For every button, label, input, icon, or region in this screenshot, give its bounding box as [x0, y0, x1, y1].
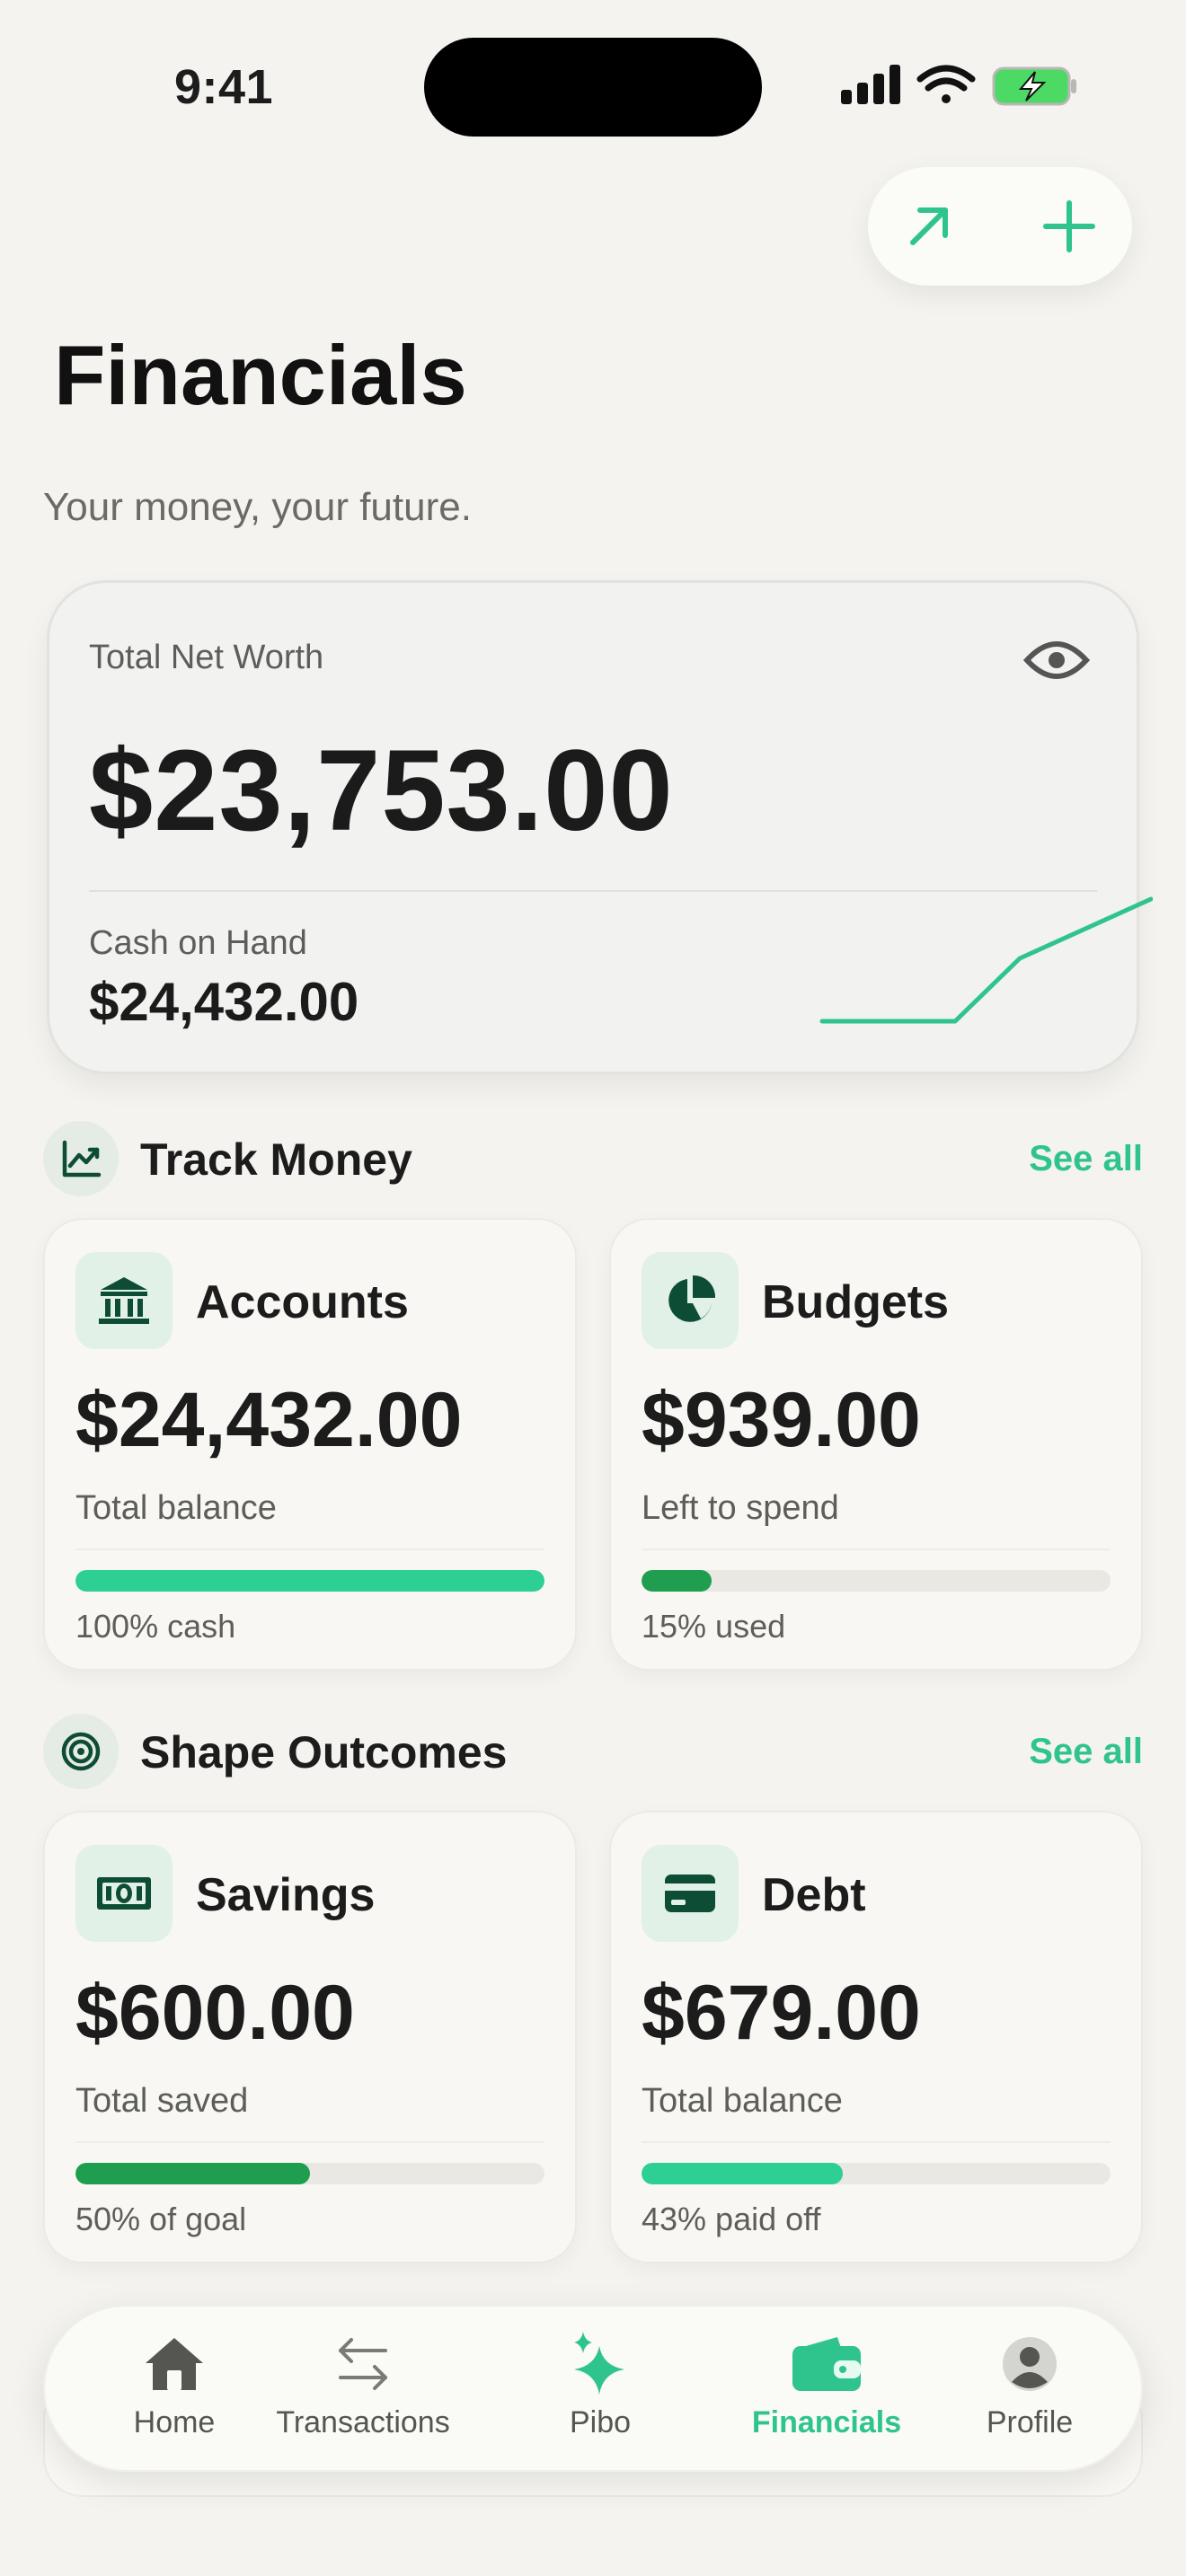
tab-transactions[interactable]: Transactions	[259, 2330, 467, 2456]
bank-icon	[75, 1252, 173, 1349]
divider	[642, 2141, 1111, 2143]
card-footer: 50% of goal	[75, 2201, 247, 2237]
top-actions-pill	[868, 167, 1132, 286]
card-title: Accounts	[196, 1276, 409, 1328]
progress-fill	[75, 2163, 310, 2184]
net-worth-value: $23,753.00	[89, 727, 674, 855]
divider	[75, 2141, 544, 2143]
budgets-card[interactable]: Budgets $939.00 Left to spend 15% used	[609, 1218, 1143, 1671]
track-money-header: Track Money See all	[43, 1121, 1143, 1196]
progress-bar	[75, 2163, 544, 2184]
wallet-icon	[791, 2330, 863, 2398]
see-all-link[interactable]: See all	[1029, 1732, 1143, 1772]
tab-profile[interactable]: Profile	[958, 2330, 1102, 2456]
tab-label: Pibo	[569, 2405, 632, 2439]
plus-icon	[1043, 200, 1095, 252]
cash-on-hand-value: $24,432.00	[89, 972, 359, 1032]
page-title: Financials	[54, 328, 467, 422]
divider	[89, 890, 1097, 892]
signal-icon	[841, 65, 900, 104]
cash-on-hand-label: Cash on Hand	[89, 924, 307, 962]
dynamic-island	[424, 38, 762, 137]
progress-bar	[642, 2163, 1111, 2184]
tab-label: Home	[133, 2405, 216, 2439]
progress-fill	[642, 2163, 844, 2184]
savings-card[interactable]: Savings $600.00 Total saved 50% of goal	[43, 1811, 577, 2263]
tab-pibo[interactable]: Pibo	[528, 2330, 672, 2456]
card-title: Budgets	[762, 1276, 949, 1328]
net-worth-card[interactable]: Total Net Worth $23,753.00 Cash on Hand …	[47, 580, 1153, 1074]
accounts-card[interactable]: Accounts $24,432.00 Total balance 100% c…	[43, 1218, 577, 1671]
card-subtitle: Total saved	[75, 2082, 249, 2120]
progress-bar	[642, 1570, 1111, 1592]
tab-label: Financials	[751, 2405, 902, 2439]
divider	[642, 1548, 1111, 1550]
status-time: 9:41	[174, 60, 274, 114]
card-title: Savings	[196, 1869, 376, 1921]
card-value: $679.00	[642, 1970, 921, 2056]
wifi-icon	[916, 65, 976, 103]
card-value: $24,432.00	[75, 1377, 463, 1463]
add-button[interactable]	[1033, 190, 1105, 262]
see-all-link[interactable]: See all	[1029, 1139, 1143, 1179]
card-subtitle: Total balance	[75, 1489, 277, 1527]
card-value: $939.00	[642, 1377, 921, 1463]
tab-home[interactable]: Home	[102, 2330, 246, 2456]
arrows-swap-icon	[327, 2330, 399, 2398]
tab-label: Profile	[986, 2405, 1074, 2439]
card-subtitle: Total balance	[642, 2082, 843, 2120]
divider	[75, 1548, 544, 1550]
battery-charging-icon	[992, 66, 1076, 106]
section-title: Track Money	[140, 1134, 412, 1185]
credit-card-icon	[642, 1845, 739, 1942]
share-button[interactable]	[893, 190, 965, 262]
status-icons	[841, 63, 1078, 110]
banknote-icon	[75, 1845, 173, 1942]
tab-label: Transactions	[276, 2405, 450, 2439]
progress-fill	[642, 1570, 712, 1592]
shape-outcomes-header: Shape Outcomes See all	[43, 1714, 1143, 1789]
net-worth-label: Total Net Worth	[89, 639, 324, 676]
tab-financials[interactable]: Financials	[737, 2330, 916, 2456]
card-subtitle: Left to spend	[642, 1489, 839, 1527]
eye-icon	[1022, 641, 1091, 679]
visibility-toggle[interactable]	[1022, 635, 1091, 685]
section-title: Shape Outcomes	[140, 1727, 508, 1778]
house-icon	[138, 2330, 210, 2398]
card-footer: 15% used	[642, 1608, 786, 1645]
tab-bar: Home Transactions Pibo Financials Profil…	[43, 2305, 1143, 2472]
card-value: $600.00	[75, 1970, 355, 2056]
card-footer: 43% paid off	[642, 2201, 821, 2237]
person-icon	[994, 2330, 1066, 2398]
progress-fill	[75, 1570, 544, 1592]
trend-chart-icon	[43, 1121, 119, 1196]
arrow-up-right-icon	[910, 207, 948, 245]
card-footer: 100% cash	[75, 1608, 236, 1645]
net-worth-sparkline	[819, 896, 1153, 1024]
page-subtitle: Your money, your future.	[43, 485, 472, 529]
progress-bar	[75, 1570, 544, 1592]
pie-chart-icon	[642, 1252, 739, 1349]
card-title: Debt	[762, 1869, 866, 1921]
debt-card[interactable]: Debt $679.00 Total balance 43% paid off	[609, 1811, 1143, 2263]
sparkles-icon	[564, 2330, 636, 2398]
target-icon	[43, 1714, 119, 1789]
